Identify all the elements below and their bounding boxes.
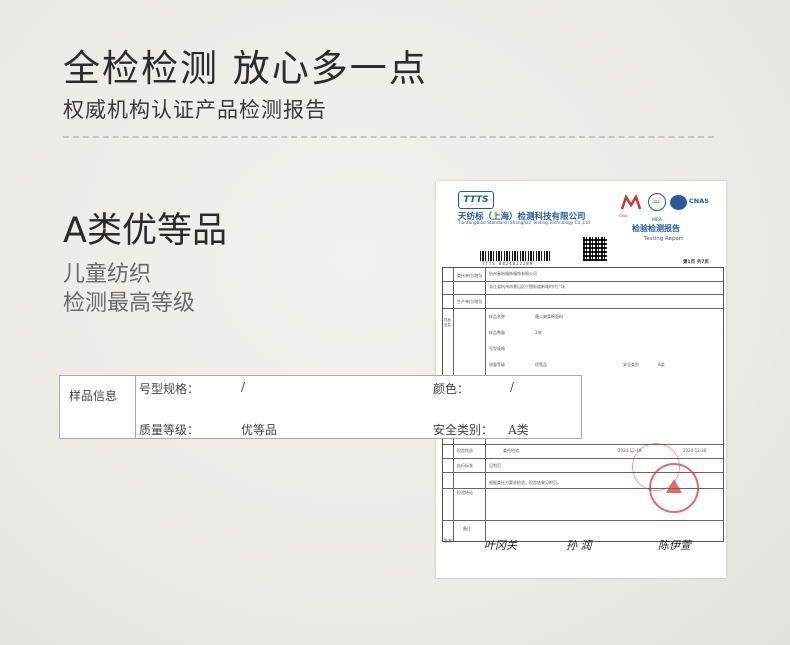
sample-name-value: 羅公爽柔棉面料 [535, 314, 563, 319]
exec-standard-label: 执行标准 [457, 463, 473, 468]
conclusion-value: 根据委托方要求检验，检验结果见附页。 [489, 480, 561, 485]
page-number: 第1页 共7页 [683, 260, 709, 265]
sample-info-table: 样品信息 号型规格： / 颜色： / 质量等级： 优等品 安全类别： A类 [59, 375, 582, 439]
report-title-cn: 检验检测报告 [632, 224, 680, 233]
safety-category-value: A类 [508, 423, 529, 437]
subhead: 权威机构认证产品检测报告 [63, 98, 327, 122]
test-type-label: 检验性质 [457, 448, 473, 453]
signature-3: 陈伊萱 [658, 539, 691, 552]
headline: 全检检测 放心多一点 [63, 47, 428, 90]
sample-side-label: 样品信息 [444, 318, 451, 327]
safety-value-small: A类 [658, 362, 665, 367]
quality-grade-value: 优等品 [241, 423, 278, 437]
quality-grade-label: 质量等级： [139, 423, 200, 437]
sample-qty-label: 样品数量 [489, 330, 505, 335]
model-spec-value: / [241, 380, 246, 394]
model-label: 号型规格 [489, 346, 505, 351]
remark-label: 备注 [463, 526, 471, 531]
grade-label-small: 质量等级 [489, 362, 505, 367]
color-value: / [510, 380, 515, 394]
ttts-logo-icon: TTTS [458, 191, 494, 209]
seal-star-icon [666, 479, 682, 493]
signature-2: 孙 润 [566, 539, 592, 552]
approver-label: 批准： [444, 538, 456, 543]
table-divider [135, 376, 136, 438]
test-date-end: 2024-12-30 [683, 448, 707, 453]
cnas-logo-icon [670, 195, 687, 210]
client-value: 杭州春始服饰服饰有限公司 [489, 271, 537, 276]
sample-qty-value: 2块 [535, 330, 542, 335]
safety-label-small: 安全类别 [623, 362, 639, 367]
report-company-en: Tianfangbiao Standard (Shanghai) Testing… [458, 221, 590, 226]
safety-category-label: 安全类别： [433, 423, 494, 437]
cma-logo-icon [620, 194, 642, 210]
color-label: 颜色： [433, 382, 470, 396]
barcode-number: TTTS B824022289 [482, 261, 534, 266]
client-address: 浙江省杭州市萧山区宁围街道新城时代广场 [489, 284, 565, 289]
test-type-value: 委托检验 [503, 448, 519, 453]
barcode-icon [480, 251, 552, 261]
model-spec-label: 号型规格： [139, 382, 200, 396]
report-title-en: Testing Report [644, 236, 684, 242]
sample-info-label: 样品信息 [69, 389, 118, 403]
cma-label: CMA [619, 214, 628, 218]
exec-standard-value: 见附页 [489, 463, 501, 468]
grade-title: A类优等品 [63, 211, 227, 251]
qr-code-icon [583, 237, 607, 261]
signature-1: 叶冈关 [484, 539, 517, 552]
grade-desc-line2: 检测最高等级 [63, 291, 196, 316]
grade-value-small: 优等品 [535, 362, 547, 367]
dashed-divider [63, 136, 714, 138]
producer-label: 生产单位/地址 [457, 299, 483, 304]
conclusion-label: 检验结论 [457, 490, 473, 495]
cnas-label: CNAS [689, 197, 709, 205]
client-label: 委托单位/地址 [457, 273, 483, 278]
grade-desc-line1: 儿童纺织 [63, 262, 152, 287]
sample-name-label: 样品名称 [489, 314, 505, 319]
ilac-logo-icon: ilac-MRA [648, 193, 666, 223]
